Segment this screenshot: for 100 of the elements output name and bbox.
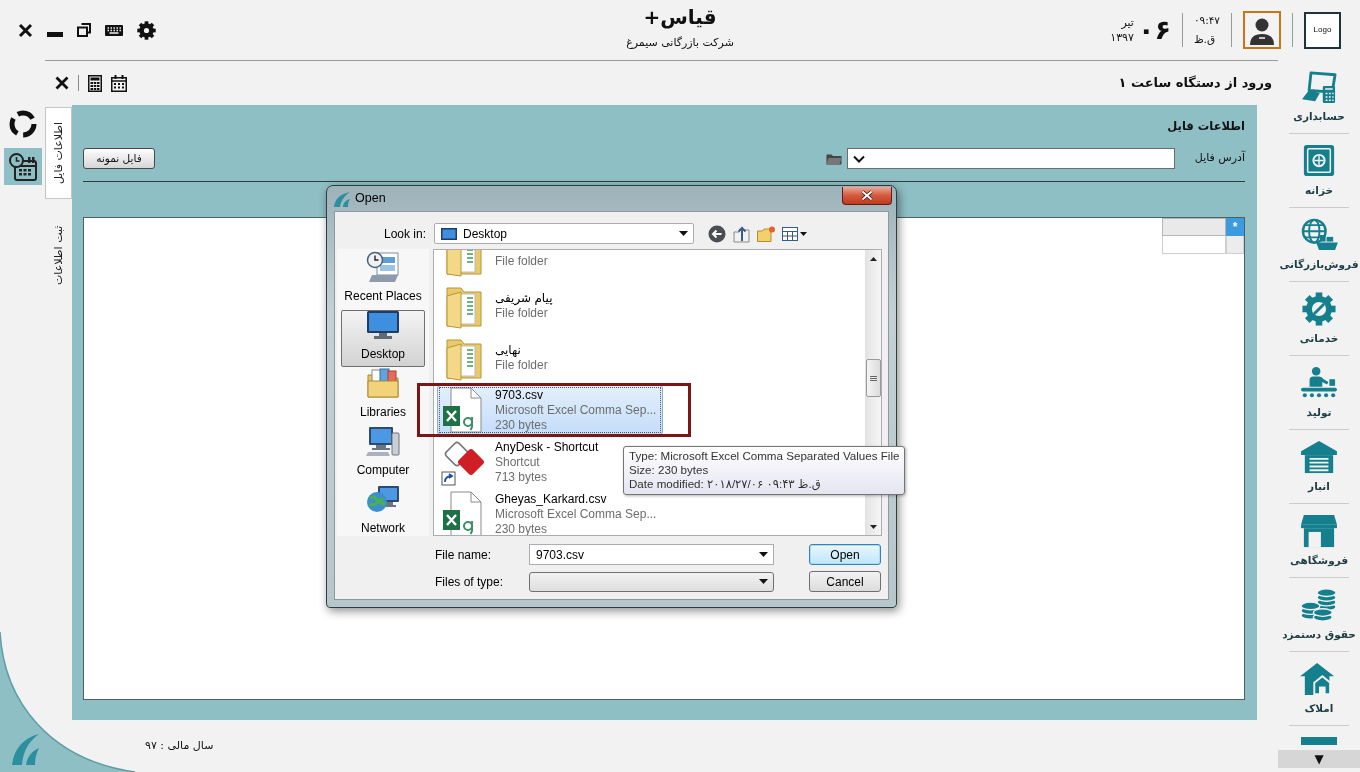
up-arrow-icon — [870, 256, 877, 261]
file-name: نهایی — [495, 343, 521, 358]
monitor-icon — [366, 309, 400, 341]
place-button[interactable]: Libraries — [356, 368, 410, 425]
file-name-field[interactable]: 9703.csv — [529, 544, 774, 565]
chevron-icon — [852, 154, 865, 163]
caret-icon — [800, 231, 807, 236]
place-button[interactable]: Recent Places — [340, 252, 426, 309]
place-button[interactable]: Computer — [352, 426, 414, 483]
new-row-indicator: * — [1226, 218, 1244, 236]
scroll-down-button[interactable]: ▼ — [1278, 750, 1360, 768]
place-button[interactable]: Desktop — [341, 310, 425, 367]
network-globe-icon — [366, 483, 400, 515]
up-folder-button[interactable] — [733, 224, 750, 243]
clock-time: ۰۹:۴۷ — [1193, 13, 1220, 28]
file-type: Microsoft Excel Comma Sep... — [495, 402, 657, 418]
file-type-label: Files of type: — [435, 573, 505, 591]
close-icon[interactable] — [55, 76, 69, 90]
field-label: آدرس فایل — [1194, 150, 1245, 167]
file-item[interactable]: Gheyas_Karkard.csv Microsoft Excel Comma Sep... 230 bytes — [437, 489, 664, 535]
keyboard-icon[interactable] — [105, 24, 123, 36]
nav-button[interactable] — [3, 148, 42, 185]
tooltip-line: Type: Microsoft Excel Comma Separated Values File — [629, 449, 900, 463]
file-size: 230 bytes — [495, 521, 548, 535]
tab[interactable]: اطلاعات فایل — [45, 107, 72, 199]
caret-icon — [679, 231, 688, 236]
globe-ship-icon — [1300, 217, 1338, 252]
file-type: File folder — [495, 306, 548, 321]
file-type: Microsoft Excel Comma Sep... — [495, 506, 657, 522]
look-in-dropdown[interactable]: Desktop — [434, 223, 694, 244]
file-name-label: File name: — [435, 546, 493, 564]
file-type-dropdown[interactable] — [529, 571, 774, 592]
file-size: 230 bytes — [495, 417, 548, 433]
back-button[interactable] — [708, 224, 726, 243]
view-menu-button[interactable] — [782, 226, 807, 241]
file-path-field[interactable] — [846, 148, 1175, 169]
file-type: File folder — [495, 358, 548, 373]
grid-header-cell — [1162, 218, 1226, 236]
file-type: Shortcut — [495, 454, 540, 470]
library-folder-icon — [366, 367, 400, 399]
calendar-icon[interactable] — [111, 74, 127, 92]
date-year: ۱۳۹۷ — [1110, 30, 1134, 45]
app-logo-icon — [333, 190, 351, 208]
file-type: File folder — [495, 254, 548, 269]
tooltip-line: Size: 230 bytes — [629, 463, 710, 477]
worker-conveyor-icon — [1300, 365, 1338, 400]
fiscal-year: سال مالی : ۹۷ — [145, 737, 214, 754]
caret-icon — [759, 552, 768, 557]
file-name: Gheyas_Karkard.csv — [495, 491, 607, 507]
time-period: ق.ظ — [1193, 32, 1216, 47]
gear-wrench-icon — [1300, 291, 1338, 326]
computer-icon — [366, 425, 400, 457]
file-name: AnyDesk - Shortcut — [495, 439, 599, 455]
date-month: تیر — [1121, 15, 1134, 30]
down-arrow-icon — [870, 524, 877, 529]
minimize-icon[interactable] — [47, 31, 63, 37]
cycle-icon — [7, 108, 38, 139]
caret-icon — [759, 579, 768, 584]
grid-cell[interactable] — [1162, 236, 1226, 254]
new-folder-icon — [757, 225, 775, 242]
place-button[interactable]: Network — [357, 484, 409, 541]
file-item[interactable]: 9703.csv Microsoft Excel Comma Sep... 230 bytes — [437, 385, 664, 435]
logo-text: Logo — [1313, 25, 1332, 35]
calendar-clock-icon — [7, 151, 38, 182]
view-grid-icon — [782, 226, 798, 241]
file-name: پیام شریفی — [495, 291, 553, 306]
new-folder-button[interactable] — [757, 225, 775, 242]
bar-icon — [1301, 737, 1337, 745]
restore-icon[interactable] — [77, 23, 91, 37]
folder-icon — [825, 152, 842, 165]
tab[interactable]: ثبت اطلاعات — [45, 209, 72, 301]
dialog-title: Open — [355, 191, 386, 206]
coin-stacks-icon — [1300, 587, 1338, 622]
grip-lines-icon — [870, 375, 877, 381]
row-header-cell — [1226, 236, 1244, 254]
settings-icon[interactable] — [137, 20, 156, 40]
cancel-button[interactable]: Cancel — [809, 571, 881, 592]
open-button[interactable]: Open — [809, 544, 881, 565]
tooltip-line: Date modified: ۲۰۱۸/۲۷/۰۶ ق.ظ ۰۹:۴۳ — [629, 477, 822, 491]
file-item[interactable]: AnyDesk - Shortcut Shortcut 713 bytes — [437, 437, 606, 487]
calculator-icon[interactable] — [88, 74, 102, 92]
company-name: شرکت بازرگانی سیمرغ — [626, 34, 734, 50]
warehouse-icon — [1300, 439, 1338, 474]
page-title: ورود از دستگاه ساعت ۱ — [1118, 74, 1272, 93]
file-item[interactable]: File folder — [437, 250, 555, 279]
section-heading: اطلاعات فایل — [1167, 119, 1245, 133]
close-icon — [861, 190, 873, 201]
close-button[interactable] — [842, 187, 892, 205]
app-title: قیاس+ — [643, 4, 717, 29]
file-size: 713 bytes — [495, 469, 548, 485]
sample-file-button[interactable]: فایل نمونه — [83, 148, 155, 169]
file-name: 9703.csv — [495, 387, 544, 403]
avatar-icon[interactable] — [1243, 11, 1281, 49]
scroll-thumb[interactable] — [866, 359, 881, 397]
look-in-label: Look in: — [382, 225, 426, 243]
storefront-icon — [1300, 513, 1338, 548]
browse-button[interactable] — [825, 152, 842, 165]
close-icon[interactable] — [18, 22, 33, 38]
folder-up-arrow-icon — [733, 224, 750, 243]
date-day: ۰۶ — [1137, 15, 1171, 45]
